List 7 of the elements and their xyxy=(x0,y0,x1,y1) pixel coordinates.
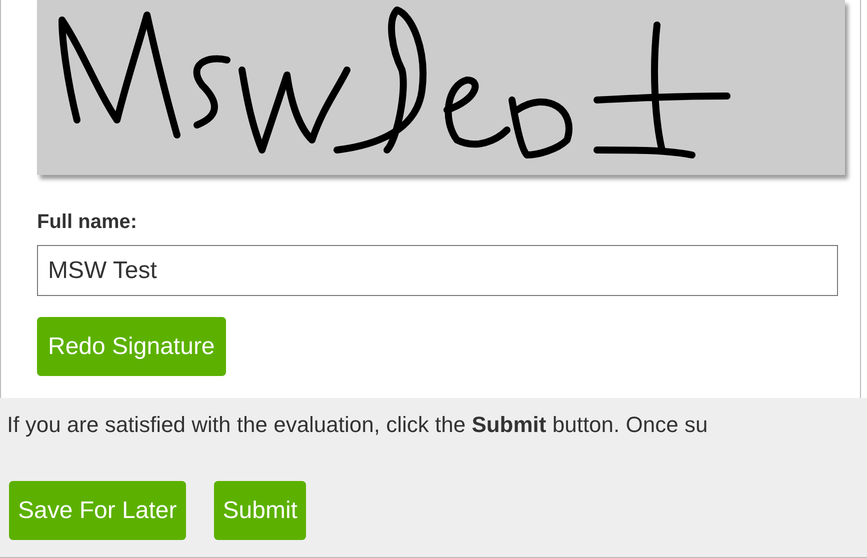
save-for-later-button[interactable]: Save For Later xyxy=(9,481,186,540)
signature-pad[interactable] xyxy=(37,0,845,175)
submit-button[interactable]: Submit xyxy=(214,481,306,540)
redo-signature-button[interactable]: Redo Signature xyxy=(37,317,226,376)
full-name-field[interactable]: MSW Test xyxy=(37,245,838,296)
field-label: Full name: xyxy=(37,210,138,235)
instruction-text: If you are satisfied with the evaluation, click the Submit button. Once su xyxy=(7,411,709,439)
